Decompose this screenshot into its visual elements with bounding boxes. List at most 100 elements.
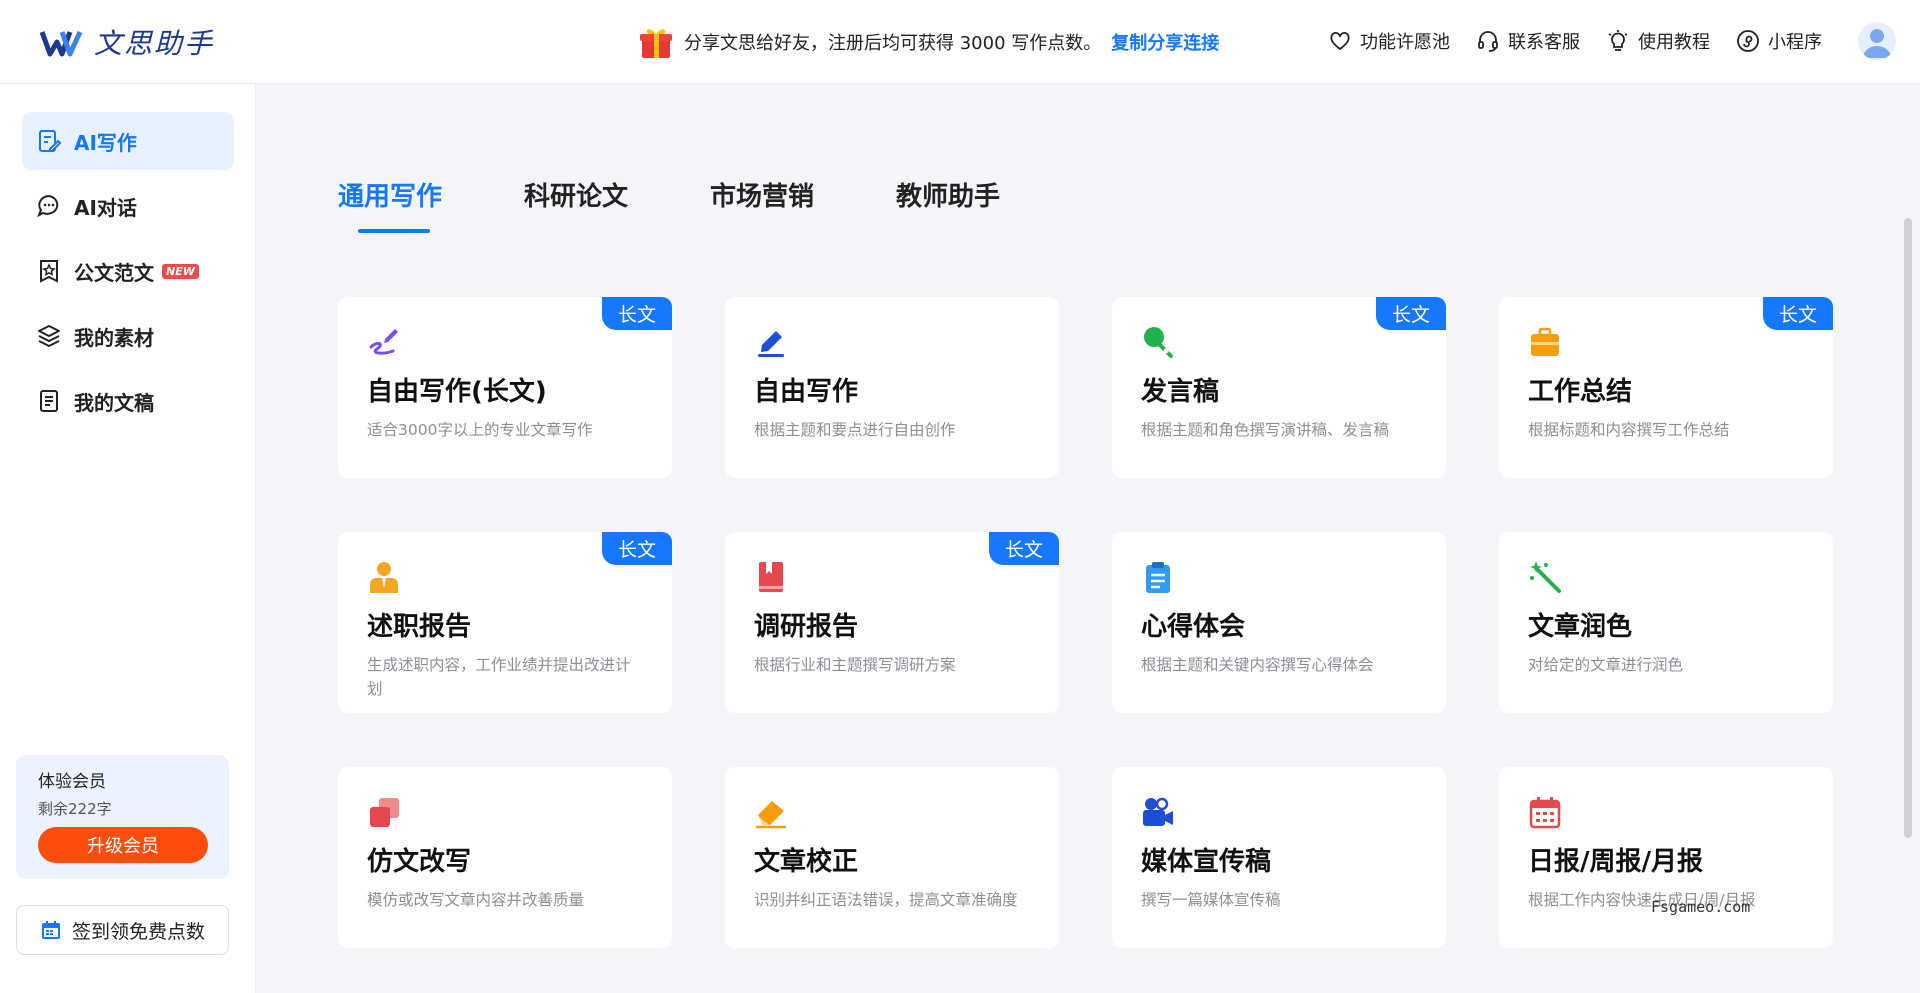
card-description: 根据主题和要点进行自由创作 xyxy=(754,421,956,439)
card-description: 适合3000字以上的专业文章写作 xyxy=(367,421,593,439)
sidebar-item-label: AI写作 xyxy=(74,130,137,155)
calendar-icon xyxy=(41,921,60,939)
template-card-polish[interactable]: 文章润色 对给定的文章进行润色 xyxy=(1499,532,1833,713)
card-title: 文章校正 xyxy=(754,847,859,877)
mini-program-link[interactable]: 小程序 xyxy=(1736,28,1822,54)
edit-document-icon xyxy=(39,130,62,152)
upgrade-button[interactable]: 升级会员 xyxy=(38,827,208,863)
template-card-work-summary[interactable]: 长文 工作总结 根据标题和内容撰写工作总结 xyxy=(1499,297,1833,478)
long-text-badge: 长文 xyxy=(1376,297,1446,330)
tab-marketing[interactable]: 市场营销 xyxy=(710,176,814,213)
logo[interactable]: 文思助手 xyxy=(40,22,214,62)
sidebar-item-ai-writing[interactable]: AI写作 xyxy=(22,112,234,170)
mini-program-label: 小程序 xyxy=(1768,32,1822,53)
template-card-research-report[interactable]: 长文 调研报告 根据行业和主题撰写调研方案 xyxy=(725,532,1059,713)
template-card-free-writing[interactable]: 自由写作 根据主题和要点进行自由创作 xyxy=(725,297,1059,478)
long-text-badge: 长文 xyxy=(1763,297,1833,330)
tab-research-papers[interactable]: 科研论文 xyxy=(524,176,628,213)
sidebar-item-ai-chat[interactable]: AI对话 xyxy=(22,177,234,235)
eraser-icon xyxy=(756,801,786,829)
card-description: 识别并纠正语法错误，提高文章准确度 xyxy=(754,891,1018,909)
card-title: 心得体会 xyxy=(1141,612,1246,642)
sidebar-item-my-docs[interactable]: 我的文稿 xyxy=(22,372,234,430)
sidebar: AI写作 AI对话 公文范文 NEW 我的素材 我的文稿 体验会员 剩余222字… xyxy=(0,84,256,993)
sidebar-item-label: 我的素材 xyxy=(74,325,154,350)
category-tabs: 通用写作 科研论文 市场营销 教师助手 xyxy=(338,176,1000,233)
user-avatar[interactable] xyxy=(1858,22,1896,60)
membership-title: 体验会员 xyxy=(38,772,106,792)
magic-wand-icon xyxy=(1530,561,1561,593)
template-card-periodic-report[interactable]: 日报/周报/月报 根据工作内容快速生成日/周/月报 xyxy=(1499,767,1833,948)
video-camera-icon xyxy=(1143,797,1173,826)
tutorial-label: 使用教程 xyxy=(1638,32,1710,53)
card-title: 日报/周报/月报 xyxy=(1528,847,1703,877)
card-description: 根据标题和内容撰写工作总结 xyxy=(1528,421,1730,439)
template-card-imitation-rewrite[interactable]: 仿文改写 模仿或改写文章内容并改善质量 xyxy=(338,767,672,948)
template-card-media-release[interactable]: 媒体宣传稿 撰写一篇媒体宣传稿 xyxy=(1112,767,1446,948)
card-title: 媒体宣传稿 xyxy=(1141,847,1272,877)
microphone-icon xyxy=(1144,327,1173,358)
briefcase-icon xyxy=(1531,327,1559,356)
wish-pool-label: 功能许愿池 xyxy=(1360,32,1450,53)
tutorial-link[interactable]: 使用教程 xyxy=(1606,28,1710,54)
customer-service-link[interactable]: 联系客服 xyxy=(1476,28,1580,54)
heart-icon xyxy=(1330,31,1350,51)
long-text-badge: 长文 xyxy=(602,532,672,565)
top-header: 文思助手 分享文思给好友，注册后均可获得 3000 写作点数。 复制分享连接 功… xyxy=(0,0,1920,84)
calendar-icon xyxy=(1529,797,1561,829)
promo-text: 分享文思给好友，注册后均可获得 3000 写作点数。 xyxy=(684,33,1102,54)
book-icon xyxy=(759,562,783,592)
tab-teacher-assistant[interactable]: 教师助手 xyxy=(896,176,1000,213)
card-title: 调研报告 xyxy=(754,612,859,642)
sidebar-item-official-docs[interactable]: 公文范文 NEW xyxy=(22,242,234,300)
chat-bubble-icon xyxy=(37,194,59,218)
long-text-badge: 长文 xyxy=(602,297,672,330)
template-card-proofreading[interactable]: 文章校正 识别并纠正语法错误，提高文章准确度 xyxy=(725,767,1059,948)
watermark-text: Fsgameo.com xyxy=(1651,898,1751,916)
pen-scribble-icon xyxy=(369,329,398,355)
sidebar-item-label: 公文范文 xyxy=(74,260,154,285)
card-title: 文章润色 xyxy=(1528,612,1633,642)
card-description: 根据行业和主题撰写调研方案 xyxy=(754,656,956,674)
card-title: 自由写作 xyxy=(754,377,859,407)
remaining-words: 剩余222字 xyxy=(38,800,112,818)
logo-icon xyxy=(40,30,83,57)
copy-share-link[interactable]: 复制分享连接 xyxy=(1111,29,1219,55)
card-description: 根据主题和角色撰写演讲稿、发言稿 xyxy=(1141,421,1390,439)
card-description: 生成述职内容，工作业绩并提出改进计划 xyxy=(367,656,631,698)
headset-icon xyxy=(1478,31,1498,52)
card-description: 对给定的文章进行润色 xyxy=(1528,656,1684,674)
gift-icon xyxy=(640,29,672,58)
user-icon xyxy=(1863,29,1891,58)
card-title: 自由写作(长文) xyxy=(367,377,547,407)
copy-cards-icon xyxy=(370,798,399,827)
layers-icon xyxy=(38,325,60,347)
customer-service-label: 联系客服 xyxy=(1508,32,1580,53)
wish-pool-link[interactable]: 功能许愿池 xyxy=(1328,28,1450,54)
lightbulb-icon xyxy=(1608,30,1628,51)
pen-icon xyxy=(758,331,784,357)
header-links: 功能许愿池 联系客服 使用教程 小程序 xyxy=(1328,28,1822,54)
sidebar-item-label: AI对话 xyxy=(74,195,137,220)
person-tie-icon xyxy=(370,562,398,593)
new-badge: NEW xyxy=(162,263,199,279)
template-card-speech[interactable]: 长文 发言稿 根据主题和角色撰写演讲稿、发言稿 xyxy=(1112,297,1446,478)
card-description: 模仿或改写文章内容并改善质量 xyxy=(367,891,585,909)
sidebar-item-materials[interactable]: 我的素材 xyxy=(22,307,234,365)
sidebar-item-label: 我的文稿 xyxy=(74,390,154,415)
signin-button[interactable]: 签到领免费点数 xyxy=(16,905,229,955)
template-card-reflections[interactable]: 心得体会 根据主题和关键内容撰写心得体会 xyxy=(1112,532,1446,713)
card-description: 根据主题和关键内容撰写心得体会 xyxy=(1141,656,1374,674)
template-card-free-writing-long[interactable]: 长文 自由写作(长文) 适合3000字以上的专业文章写作 xyxy=(338,297,672,478)
template-card-duty-report[interactable]: 长文 述职报告 生成述职内容，工作业绩并提出改进计划 xyxy=(338,532,672,713)
long-text-badge: 长文 xyxy=(989,532,1059,565)
card-title: 发言稿 xyxy=(1141,377,1220,407)
tab-general-writing[interactable]: 通用写作 xyxy=(338,176,442,233)
badge-star-icon xyxy=(40,260,58,283)
card-title: 仿文改写 xyxy=(367,847,472,877)
brand-name: 文思助手 xyxy=(94,27,215,60)
writing-templates-grid: 长文 自由写作(长文) 适合3000字以上的专业文章写作 自由写作 根据主题和要… xyxy=(338,297,1833,948)
membership-card: 体验会员 剩余222字 升级会员 xyxy=(16,755,229,879)
card-title: 述职报告 xyxy=(367,612,472,642)
vertical-scrollbar[interactable] xyxy=(1904,218,1912,838)
